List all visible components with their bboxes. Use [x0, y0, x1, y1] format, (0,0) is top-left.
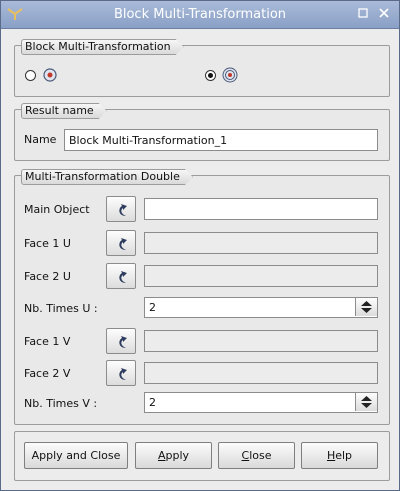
type-group: Block Multi-Transformation — [14, 45, 390, 97]
selection-arrow-icon — [119, 204, 127, 216]
apply-and-close-label: Apply and Close — [31, 449, 121, 462]
help-label: elp — [335, 449, 353, 462]
face2v-field[interactable] — [144, 362, 378, 384]
selection-arrow-icon — [119, 336, 127, 348]
close-button[interactable]: Close — [218, 442, 295, 469]
face1u-field[interactable] — [144, 232, 378, 254]
spin-updown-icon — [361, 301, 372, 313]
face1v-field[interactable] — [144, 330, 378, 352]
apply-button[interactable]: Apply — [135, 442, 212, 469]
close-label: lose — [249, 449, 272, 462]
radio-double[interactable] — [205, 70, 216, 81]
face2v-label: Face 2 V — [24, 367, 71, 380]
selection-arrow-icon — [119, 368, 127, 380]
main-object-label: Main Object — [24, 203, 90, 216]
nbv-spin-buttons[interactable] — [355, 393, 377, 411]
window-title: Block Multi-Transformation — [113, 7, 287, 22]
type-group-title: Block Multi-Transformation — [21, 39, 184, 55]
apply-and-close-button[interactable]: Apply and Close — [24, 442, 128, 469]
face2u-field[interactable] — [144, 265, 378, 287]
apply-mnemonic: A — [157, 449, 166, 462]
main-object-select-button[interactable] — [106, 196, 136, 222]
face1v-select-button[interactable] — [106, 328, 136, 354]
face1v-label: Face 1 V — [24, 335, 71, 348]
dialog-window: Block Multi-Transformation Block Multi-T… — [0, 0, 400, 491]
minimize-icon[interactable] — [357, 8, 369, 20]
nbu-spinbox[interactable]: 2 — [144, 297, 378, 318]
simple-transformation-icon — [43, 68, 57, 82]
result-group-title: Result name — [21, 103, 107, 119]
double-transformation-icon — [222, 67, 238, 83]
face2u-select-button[interactable] — [106, 263, 136, 289]
face2v-select-button[interactable] — [106, 360, 136, 386]
main-object-field[interactable] — [144, 198, 378, 220]
name-input-value: Block Multi-Transformation_1 — [69, 134, 228, 147]
nbu-label: Nb. Times U : — [24, 302, 98, 315]
nbu-value: 2 — [149, 301, 156, 314]
face1u-label: Face 1 U — [24, 237, 71, 250]
name-label: Name — [24, 133, 57, 146]
result-group: Result name Name Block Multi-Transformat… — [14, 109, 390, 161]
double-group: Multi-Transformation Double Main Object … — [14, 175, 390, 425]
close-icon[interactable] — [378, 8, 390, 20]
nbv-label: Nb. Times V : — [24, 397, 98, 410]
double-group-title: Multi-Transformation Double — [21, 169, 193, 185]
apply-label: pply — [165, 449, 190, 462]
name-input[interactable]: Block Multi-Transformation_1 — [64, 129, 378, 151]
radio-simple[interactable] — [25, 70, 36, 81]
title-bar[interactable]: Block Multi-Transformation — [1, 1, 399, 29]
selection-arrow-icon — [119, 238, 127, 250]
selection-arrow-icon — [119, 271, 127, 283]
spin-updown-icon — [361, 396, 372, 408]
help-mnemonic: H — [326, 449, 336, 462]
face2u-label: Face 2 U — [24, 270, 71, 283]
nbu-spin-buttons[interactable] — [355, 298, 377, 316]
nbv-value: 2 — [149, 396, 156, 409]
nbv-spinbox[interactable]: 2 — [144, 392, 378, 413]
help-button[interactable]: Help — [301, 442, 378, 469]
face1u-select-button[interactable] — [106, 230, 136, 256]
